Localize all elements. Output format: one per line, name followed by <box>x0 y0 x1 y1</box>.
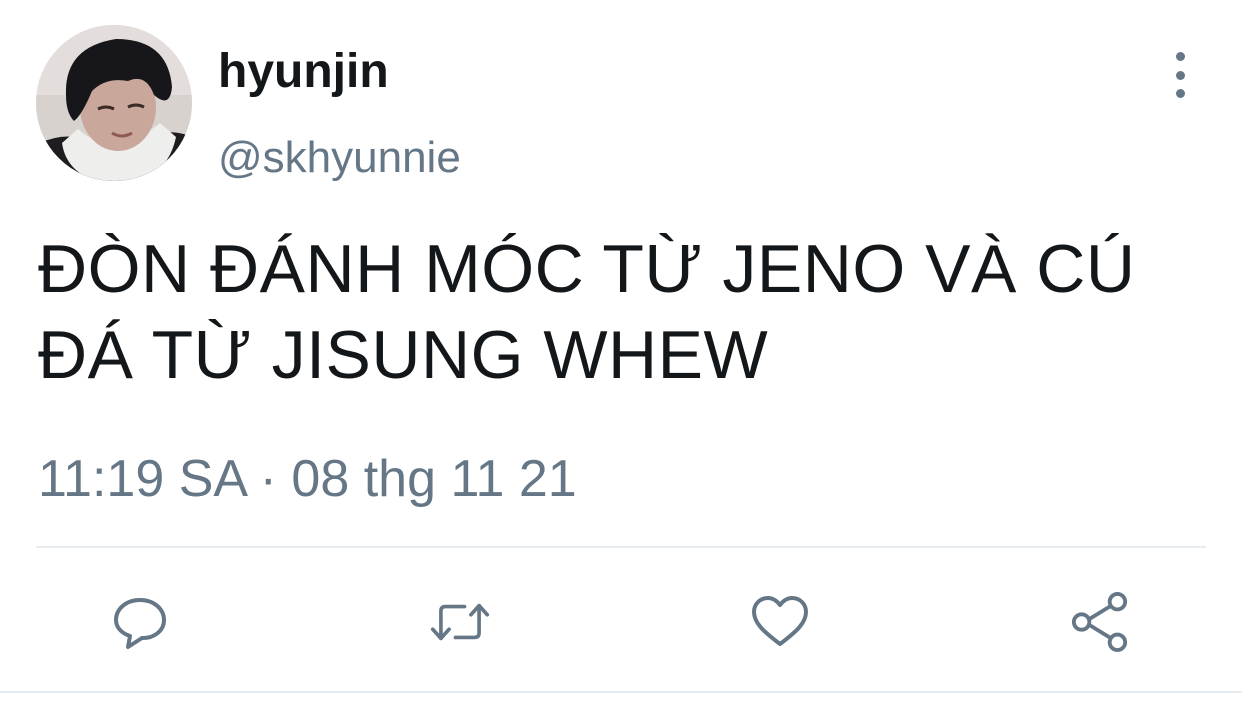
display-name[interactable]: hyunjin <box>218 42 389 102</box>
bottom-divider <box>0 691 1242 693</box>
more-options-button[interactable] <box>1158 52 1202 98</box>
share-icon <box>1071 592 1128 652</box>
more-vertical-icon <box>1175 52 1185 61</box>
avatar[interactable] <box>36 25 192 181</box>
heart-icon <box>752 596 808 646</box>
more-vertical-icon-dot <box>1175 89 1185 98</box>
divider <box>36 546 1206 548</box>
user-handle[interactable]: @skhyunnie <box>218 130 461 186</box>
reply-button[interactable] <box>110 592 170 652</box>
like-button[interactable] <box>750 592 810 652</box>
retweet-icon <box>430 603 490 641</box>
share-button[interactable] <box>1070 592 1130 652</box>
tweet-text: ĐÒN ĐÁNH MÓC TỪ JENO VÀ CÚ ĐÁ TỪ JISUNG … <box>38 231 1136 393</box>
reply-icon <box>114 598 166 649</box>
more-vertical-icon-dot <box>1175 70 1185 80</box>
avatar-photo <box>36 25 192 181</box>
retweet-button[interactable] <box>430 592 490 652</box>
tweet-timestamp: 11:19 SA · 08 thg 11 21 <box>38 450 577 508</box>
